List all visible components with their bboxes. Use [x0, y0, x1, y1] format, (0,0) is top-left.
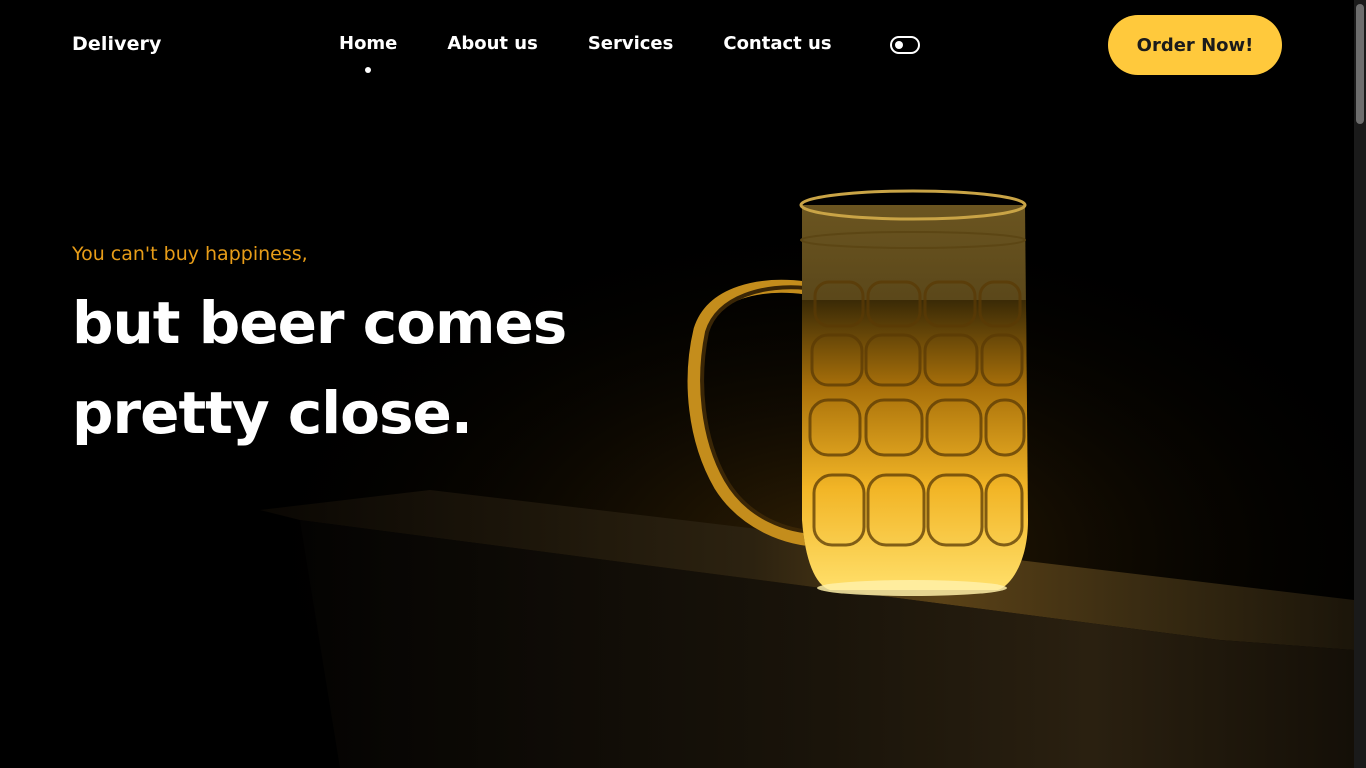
theme-toggle-icon[interactable] [890, 36, 920, 54]
top-navigation: Delivery Home About us Services Contact … [0, 0, 1354, 90]
order-now-button[interactable]: Order Now! [1108, 15, 1282, 75]
nav-link-label: Contact us [723, 33, 832, 54]
scrollbar-thumb[interactable] [1356, 4, 1364, 124]
headline-line-2: pretty close. [72, 379, 473, 447]
page-scrollbar[interactable] [1354, 0, 1366, 768]
hero-headline: but beer comes pretty close. [72, 278, 567, 458]
active-indicator-dot [365, 67, 372, 73]
nav-link-label: Home [339, 33, 398, 54]
landing-page: Delivery Home About us Services Contact … [0, 0, 1366, 768]
nav-link-services[interactable]: Services [588, 33, 674, 54]
nav-link-home[interactable]: Home [339, 33, 398, 73]
nav-link-label: About us [447, 33, 538, 54]
hero-tagline: You can't buy happiness, [72, 243, 308, 265]
nav-link-label: Services [587, 33, 674, 54]
nav-link-about-us[interactable]: About us [447, 33, 537, 54]
logo[interactable]: Delivery [72, 33, 162, 55]
nav-link-contact-us[interactable]: Contact us [723, 33, 831, 54]
headline-line-1: but beer comes [72, 289, 567, 357]
toggle-knob [895, 40, 903, 49]
nav-links: Home About us Services Contact us [339, 33, 882, 73]
